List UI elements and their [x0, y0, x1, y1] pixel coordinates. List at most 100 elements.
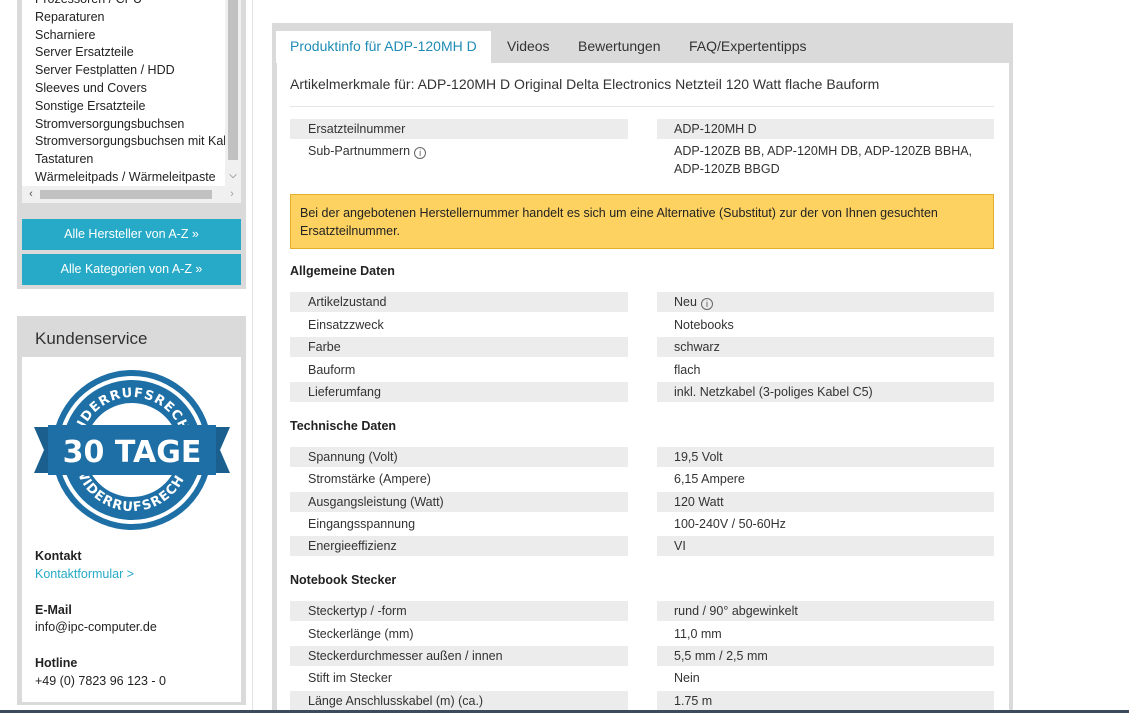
category-list[interactable]: Prozessoren / CPU Reparaturen Scharniere…: [22, 0, 241, 186]
vertical-scroll-thumb[interactable]: [228, 0, 238, 160]
spec-value: 1.75 m: [657, 691, 994, 711]
spec-row: Stift im Stecker Nein: [290, 668, 994, 688]
spec-row-part-number: Ersatzteilnummer ADP-120MH D: [290, 119, 994, 139]
category-item[interactable]: Stromversorgungsbuchsen: [35, 116, 235, 134]
seal-ribbon-text: 30 TAGE: [63, 435, 202, 470]
spec-key: Ausgangsleistung (Watt): [290, 492, 628, 512]
spec-key: Lieferumfang: [290, 382, 628, 402]
spec-row: Ausgangsleistung (Watt) 120 Watt: [290, 492, 994, 512]
category-item[interactable]: Sleeves und Covers: [35, 80, 235, 98]
spec-row: Bauform flach: [290, 360, 994, 380]
spec-row: Länge Anschlusskabel (m) (ca.) 1.75 m: [290, 691, 994, 711]
spec-row: Steckerdurchmesser außen / innen 5,5 mm …: [290, 646, 994, 666]
customer-service-title: Kundenservice: [35, 329, 148, 348]
spec-value: 100-240V / 50-60Hz: [674, 517, 786, 531]
scroll-down-icon[interactable]: ⌵: [225, 168, 241, 184]
spec-key: Länge Anschlusskabel (m) (ca.): [290, 691, 628, 711]
category-item[interactable]: Scharniere: [35, 27, 235, 45]
spec-key: Sub-Partnummern i: [290, 141, 628, 161]
title-divider: [290, 106, 994, 107]
hotline-value: +49 (0) 7823 96 123 - 0: [35, 674, 166, 688]
spec-value: inkl. Netzkabel (3-poliges Kabel C5): [657, 382, 994, 402]
horizontal-scrollbar[interactable]: ‹ ›: [22, 186, 241, 203]
tab-faq[interactable]: FAQ/Expertentipps: [689, 31, 807, 63]
spec-value: schwarz: [657, 337, 994, 357]
tab-reviews[interactable]: Bewertungen: [578, 31, 661, 63]
spec-key: Energieeffizienz: [290, 536, 628, 556]
section-title-technical: Technische Daten: [290, 419, 397, 433]
spec-value: 6,15 Ampere: [674, 472, 745, 486]
spec-value: 19,5 Volt: [657, 447, 994, 467]
spec-row: Steckerlänge (mm) 11,0 mm: [290, 624, 994, 644]
category-box: Prozessoren / CPU Reparaturen Scharniere…: [17, 0, 246, 289]
spec-row: Farbe schwarz: [290, 337, 994, 357]
hotline-label: Hotline: [35, 656, 78, 670]
spec-row: Eingangsspannung 100-240V / 50-60Hz: [290, 514, 994, 534]
spec-value: flach: [674, 363, 701, 377]
spec-value: 5,5 mm / 2,5 mm: [657, 646, 994, 666]
tab-bar: Produktinfo für ADP-120MH D Videos Bewer…: [272, 23, 1013, 63]
category-item[interactable]: Prozessoren / CPU: [35, 0, 235, 9]
spec-key: Stift im Stecker: [308, 671, 393, 685]
contact-form-link[interactable]: Kontaktformular >: [35, 567, 134, 581]
spec-key: Spannung (Volt): [290, 447, 628, 467]
sub-parts-label: Sub-Partnummern: [308, 144, 411, 158]
category-item[interactable]: Server Festplatten / HDD: [35, 62, 235, 80]
article-title: Artikelmerkmale für: ADP-120MH D Origina…: [290, 76, 880, 92]
vertical-scrollbar[interactable]: ⌵: [225, 0, 241, 186]
section-title-general: Allgemeine Daten: [290, 264, 395, 278]
category-item[interactable]: Reparaturen: [35, 9, 235, 27]
scroll-left-icon[interactable]: ‹: [24, 186, 38, 203]
scroll-right-icon[interactable]: ›: [225, 186, 239, 203]
spec-row: Lieferumfang inkl. Netzkabel (3-poliges …: [290, 382, 994, 402]
spec-key: Bauform: [308, 363, 356, 377]
tab-content: Artikelmerkmale für: ADP-120MH D Origina…: [277, 63, 1009, 713]
spec-key: Farbe: [290, 337, 628, 357]
spec-key: Einsatzzweck: [308, 318, 384, 332]
column-divider: [252, 0, 253, 713]
all-categories-button[interactable]: Alle Kategorien von A-Z »: [22, 254, 241, 285]
spec-key: Stromstärke (Ampere): [308, 472, 431, 486]
spec-row: Steckertyp / -form rund / 90° abgewinkel…: [290, 601, 994, 621]
spec-value: Nein: [674, 671, 700, 685]
category-item[interactable]: Stromversorgungsbuchsen mit Kabel: [35, 133, 235, 151]
spec-row: Artikelzustand Neu i: [290, 292, 994, 312]
category-item[interactable]: Wärmeleitpads / Wärmeleitpaste: [35, 169, 235, 186]
customer-service-content: WIDERRUFSRECHT WIDERRUFSRECHT 30 TAGE Ko…: [22, 357, 241, 702]
spec-value: rund / 90° abgewinkelt: [657, 601, 994, 621]
spec-key: Steckerlänge (mm): [308, 627, 414, 641]
category-item[interactable]: Server Ersatzteile: [35, 44, 235, 62]
category-item[interactable]: Sonstige Ersatzteile: [35, 98, 235, 116]
horizontal-scroll-thumb[interactable]: [40, 190, 212, 199]
spec-value: 120 Watt: [657, 492, 994, 512]
spec-value: ADP-120MH D: [657, 119, 994, 139]
spec-value: Notebooks: [674, 318, 734, 332]
email-value[interactable]: info@ipc-computer.de: [35, 620, 157, 634]
info-icon[interactable]: i: [700, 298, 713, 310]
category-item[interactable]: Tastaturen: [35, 151, 235, 169]
spec-key: Steckerdurchmesser außen / innen: [290, 646, 628, 666]
contact-label: Kontakt: [35, 549, 82, 563]
spec-row: Energieeffizienz VI: [290, 536, 994, 556]
email-label: E-Mail: [35, 603, 72, 617]
spec-row-sub-parts: Sub-Partnummern i ADP-120ZB BB, ADP-120MH…: [290, 141, 994, 179]
all-manufacturers-button[interactable]: Alle Hersteller von A-Z »: [22, 219, 241, 250]
tab-videos[interactable]: Videos: [507, 31, 550, 63]
condition-value: Neu: [674, 295, 697, 309]
spec-value: VI: [657, 536, 994, 556]
spec-key: Steckertyp / -form: [290, 601, 628, 621]
spec-row: Stromstärke (Ampere) 6,15 Ampere: [290, 469, 994, 489]
spec-value: 11,0 mm: [674, 627, 722, 641]
spec-row: Spannung (Volt) 19,5 Volt: [290, 447, 994, 467]
spec-value: ADP-120ZB BB, ADP-120MH DB, ADP-120ZB BB…: [674, 144, 973, 176]
product-info-panel: Produktinfo für ADP-120MH D Videos Bewer…: [272, 23, 1013, 713]
customer-service-box: Kundenservice WIDERRUFSRECHT WIDERRUFSRE…: [17, 316, 246, 705]
withdrawal-seal-icon: WIDERRUFSRECHT WIDERRUFSRECHT 30 TAGE: [34, 370, 230, 530]
section-title-plug: Notebook Stecker: [290, 573, 397, 587]
tab-product-info[interactable]: Produktinfo für ADP-120MH D: [276, 31, 491, 63]
spec-row: Einsatzzweck Notebooks: [290, 315, 994, 335]
substitute-notice: Bei der angebotenen Herstellernummer han…: [290, 194, 994, 249]
spec-key: Eingangsspannung: [308, 517, 416, 531]
info-icon[interactable]: i: [414, 147, 427, 159]
spec-value: Neu i: [657, 292, 994, 312]
